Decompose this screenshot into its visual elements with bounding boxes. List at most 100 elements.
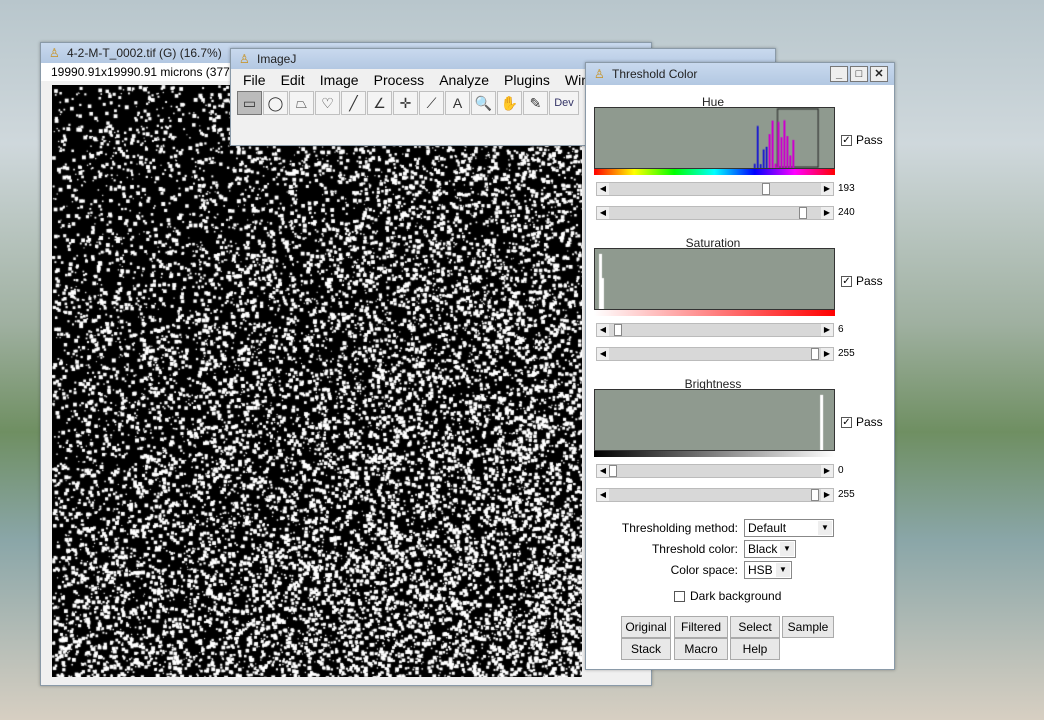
polygon-tool-button[interactable]: ⏢ <box>289 91 314 115</box>
brightness-histogram <box>594 389 835 451</box>
saturation-pass-checkbox[interactable]: ✓ Pass <box>841 274 883 288</box>
method-value: Default <box>748 521 786 535</box>
arrow-left-icon[interactable]: ◀ <box>597 465 609 477</box>
line-tool-button[interactable]: ╱ <box>341 91 366 115</box>
slider-thumb[interactable] <box>609 465 617 477</box>
menu-plugins[interactable]: Plugins <box>504 72 550 88</box>
hand-icon: ✋ <box>501 95 518 112</box>
saturation-histogram <box>594 248 835 310</box>
saturation-min-slider[interactable]: ◀ ▶ <box>596 323 834 337</box>
brightness-max-slider[interactable]: ◀ ▶ <box>596 488 834 502</box>
window-title: Threshold Color <box>612 67 697 81</box>
hue-max-slider[interactable]: ◀ ▶ <box>596 206 834 220</box>
sample-button[interactable]: Sample <box>782 616 834 638</box>
checkbox-checked[interactable]: ✓ <box>841 417 852 428</box>
saturation-min-value: 6 <box>838 324 844 335</box>
checkbox[interactable] <box>674 591 685 602</box>
freehand-icon: ♡ <box>321 95 334 112</box>
oval-tool-button[interactable]: ◯ <box>263 91 288 115</box>
polygon-icon: ⏢ <box>296 95 307 112</box>
arrow-left-icon[interactable]: ◀ <box>597 324 609 336</box>
oval-icon: ◯ <box>268 95 284 112</box>
brightness-min-slider[interactable]: ◀ ▶ <box>596 464 834 478</box>
imagej-icon: ♙ <box>49 46 59 60</box>
close-button[interactable]: ✕ <box>870 66 888 82</box>
macro-button[interactable]: Macro <box>674 638 728 660</box>
color-space-select[interactable]: HSB ▼ <box>744 561 792 579</box>
menu-edit[interactable]: Edit <box>281 72 305 88</box>
arrow-left-icon[interactable]: ◀ <box>597 489 609 501</box>
arrow-right-icon[interactable]: ▶ <box>821 489 833 501</box>
hue-pass-checkbox[interactable]: ✓ Pass <box>841 133 883 147</box>
color-row: Threshold color: Black ▼ <box>618 540 796 558</box>
threshold-color-select[interactable]: Black ▼ <box>744 540 796 558</box>
pass-label: Pass <box>856 415 883 429</box>
hand-tool-button[interactable]: ✋ <box>497 91 522 115</box>
menu-analyze[interactable]: Analyze <box>439 72 489 88</box>
arrow-left-icon[interactable]: ◀ <box>597 183 609 195</box>
point-tool-button[interactable]: ✛ <box>393 91 418 115</box>
saturation-max-slider[interactable]: ◀ ▶ <box>596 347 834 361</box>
original-button[interactable]: Original <box>621 616 671 638</box>
stack-button[interactable]: Stack <box>621 638 671 660</box>
threshold-color-dialog[interactable]: ♙ Threshold Color _ □ ✕ Hue ✓ Pass ◀ ▶ 193 ◀ ▶… <box>585 62 895 670</box>
chevron-down-icon: ▼ <box>776 563 790 577</box>
menu-file[interactable]: File <box>243 72 266 88</box>
dark-background-checkbox[interactable]: Dark background <box>674 589 781 603</box>
slider-thumb[interactable] <box>799 207 807 219</box>
hue-min-value: 193 <box>838 183 855 194</box>
menu-process[interactable]: Process <box>374 72 425 88</box>
arrow-right-icon[interactable]: ▶ <box>821 207 833 219</box>
thresholded-image[interactable] <box>52 85 582 677</box>
arrow-right-icon[interactable]: ▶ <box>821 183 833 195</box>
rectangle-tool-button[interactable]: ▭ <box>237 91 262 115</box>
chevron-down-icon: ▼ <box>818 521 832 535</box>
pass-label: Pass <box>856 133 883 147</box>
space-row: Color space: HSB ▼ <box>618 561 792 579</box>
space-label: Color space: <box>618 563 738 577</box>
slider-thumb[interactable] <box>811 489 819 501</box>
window-title: 4-2-M-T_0002.tif (G) (16.7%) <box>67 46 222 60</box>
slider-thumb[interactable] <box>762 183 770 195</box>
window-title: ImageJ <box>257 52 296 66</box>
saturation-max-value: 255 <box>838 348 855 359</box>
select-button[interactable]: Select <box>730 616 780 638</box>
maximize-button[interactable]: □ <box>850 66 868 82</box>
filtered-button[interactable]: Filtered <box>674 616 728 638</box>
magnifier-tool-button[interactable]: 🔍 <box>471 91 496 115</box>
rectangle-icon: ▭ <box>243 95 256 112</box>
checkbox-checked[interactable]: ✓ <box>841 276 852 287</box>
threshold-titlebar[interactable]: ♙ Threshold Color _ □ ✕ <box>586 63 894 85</box>
slider-thumb[interactable] <box>614 324 622 336</box>
arrow-right-icon[interactable]: ▶ <box>821 324 833 336</box>
method-select[interactable]: Default ▼ <box>744 519 834 537</box>
line-icon: ╱ <box>349 95 357 112</box>
brightness-pass-checkbox[interactable]: ✓ Pass <box>841 415 883 429</box>
hue-section: Hue ✓ Pass ◀ ▶ 193 ◀ ▶ 240 <box>586 95 896 235</box>
imagej-icon: ♙ <box>594 67 604 81</box>
color-value: Black <box>748 542 777 556</box>
hue-min-slider[interactable]: ◀ ▶ <box>596 182 834 196</box>
hue-color-bar <box>594 169 835 175</box>
wand-tool-button[interactable]: ⟋ <box>419 91 444 115</box>
help-button[interactable]: Help <box>730 638 780 660</box>
dev-tool-button[interactable]: Dev <box>549 91 579 115</box>
slider-thumb[interactable] <box>811 348 819 360</box>
text-icon: A <box>453 95 462 111</box>
arrow-left-icon[interactable]: ◀ <box>597 207 609 219</box>
saturation-section: Saturation ✓ Pass ◀ ▶ 6 ◀ ▶ 255 <box>586 236 896 376</box>
minimize-button[interactable]: _ <box>830 66 848 82</box>
arrow-left-icon[interactable]: ◀ <box>597 348 609 360</box>
pass-label: Pass <box>856 274 883 288</box>
chevron-down-icon: ▼ <box>780 542 794 556</box>
text-tool-button[interactable]: A <box>445 91 470 115</box>
checkbox-checked[interactable]: ✓ <box>841 135 852 146</box>
dropper-tool-button[interactable]: ✎ <box>523 91 548 115</box>
menu-image[interactable]: Image <box>320 72 359 88</box>
arrow-right-icon[interactable]: ▶ <box>821 465 833 477</box>
arrow-right-icon[interactable]: ▶ <box>821 348 833 360</box>
brightness-section: Brightness ✓ Pass ◀ ▶ 0 ◀ ▶ 255 <box>586 377 896 517</box>
freehand-tool-button[interactable]: ♡ <box>315 91 340 115</box>
angle-tool-button[interactable]: ∠ <box>367 91 392 115</box>
brightness-color-bar <box>594 451 835 457</box>
